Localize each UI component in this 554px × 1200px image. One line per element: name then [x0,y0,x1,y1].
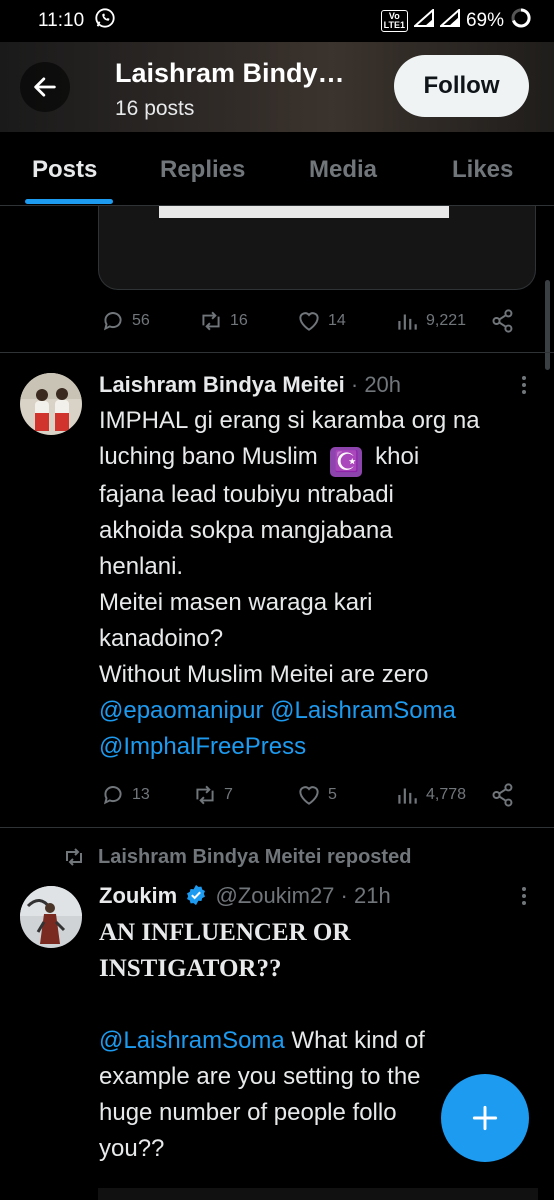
tab-posts[interactable]: Posts [32,156,97,184]
author-handle[interactable]: @Zoukim27 [215,883,334,908]
reply-icon [103,312,122,331]
tweet-line: @ImphalFreePress [99,729,539,765]
tweet-line: akhoida sokpa mangjabana [99,517,393,544]
like-count: 5 [328,786,337,803]
author-name[interactable]: Zoukim [99,883,177,908]
like-icon [299,786,319,805]
like-icon [299,312,319,331]
reply-count: 13 [132,786,150,803]
tweet-line: henlani. [99,553,184,580]
repost-button[interactable]: 16 [198,308,248,334]
mention-link[interactable]: @ImphalFreePress [99,733,306,760]
tweet-time: · 20h [350,372,402,397]
more-button[interactable] [512,884,536,908]
scrollbar[interactable] [545,280,550,370]
tweet-line-text: khoi [375,443,420,470]
repost-label[interactable]: Laishram Bindya Meitei reposted [98,846,411,869]
signal-icon-2 [438,7,460,33]
views-button[interactable]: 4,778 [394,782,466,808]
tweet-media[interactable] [98,206,536,290]
more-icon [522,887,526,905]
tweet-actions: 56 16 14 9,221 [100,308,520,338]
more-button[interactable] [512,373,536,397]
status-bar: 11:10 Vo LTE1 69% [0,0,554,42]
tweet-line: Meitei masen waraga kari [99,589,373,616]
mention-link[interactable]: @epaomanipur [99,697,263,724]
repost-indicator: Laishram Bindya Meitei reposted [62,845,411,869]
like-button[interactable]: 5 [296,782,337,808]
views-button[interactable]: 9,221 [394,308,466,334]
tweet-line: @epaomanipur @LaishramSoma [99,693,539,729]
avatar[interactable] [20,373,82,435]
tweet-heading: AN INFLUENCER OR [99,919,351,946]
repost-icon [202,311,220,331]
tweet-line-text: luching bano Muslim [99,443,318,470]
back-button[interactable] [20,62,70,112]
follow-button[interactable]: Follow [394,55,529,117]
battery-ring-icon [510,7,532,35]
like-button[interactable]: 14 [296,308,346,334]
more-icon [522,376,526,394]
media-content [159,206,449,218]
repost-icon [66,848,82,866]
verified-icon [187,884,206,906]
views-icon [398,314,417,330]
tweet-line: IMPHAL gi erang si karamba org na [99,407,480,434]
divider [0,352,554,353]
tweet-actions: 13 7 5 4,778 [100,782,520,812]
status-time: 11:10 [38,10,85,31]
profile-header: Laishram Bindy… 16 posts Follow [0,42,554,132]
mention-link[interactable]: @LaishramSoma [99,1027,285,1054]
reply-count: 56 [132,312,150,329]
tweet-line: Without Muslim Meitei are zero [99,661,429,688]
tweet-header: Zoukim @Zoukim27 · 21h [99,883,391,909]
reply-button[interactable]: 56 [100,308,150,334]
volte-icon: Vo LTE1 [380,10,408,32]
repost-count: 7 [224,786,233,803]
tab-likes[interactable]: Likes [452,156,513,184]
avatar[interactable] [20,886,82,948]
back-arrow-icon [34,77,56,97]
crescent-emoji: ☪️ [330,447,363,477]
tweet-heading: INSTIGATOR?? [99,955,282,982]
whatsapp-icon [94,7,116,35]
compose-icon [472,1105,498,1131]
signal-icon [412,7,434,33]
profile-tabs: Posts Replies Media Likes [0,132,554,206]
repost-button[interactable]: 7 [192,782,233,808]
tweet-line: fajana lead toubiyu ntrabadi [99,481,394,508]
tweet-line: @LaishramSoma What kind of [99,1023,539,1059]
reply-button[interactable]: 13 [100,782,150,808]
tweet-header: Laishram Bindya Meitei · 20h [99,372,401,398]
tweet-line-text: What kind of [284,1027,425,1054]
mention-link[interactable]: @LaishramSoma [270,697,456,724]
views-icon [398,788,417,804]
share-icon [492,783,513,807]
repost-count: 16 [230,312,248,329]
tweet-line: kanadoino? [99,625,224,652]
profile-name: Laishram Bindy… [115,58,345,88]
tab-media[interactable]: Media [309,156,377,184]
post-count: 16 posts [115,97,195,120]
tab-replies[interactable]: Replies [160,156,245,184]
share-icon [492,309,513,333]
divider [0,827,554,828]
active-tab-indicator [25,199,113,204]
views-count: 9,221 [426,312,467,329]
author-name[interactable]: Laishram Bindya Meitei [99,372,345,397]
share-button[interactable] [490,782,516,808]
compose-button[interactable] [441,1074,529,1162]
like-count: 14 [328,312,346,329]
repost-icon [196,785,214,805]
next-content-fragment [98,1188,538,1200]
reply-icon [103,786,122,805]
share-button[interactable] [490,308,516,334]
battery-level: 69% [465,10,504,31]
views-count: 4,778 [426,786,467,803]
tweet-text: IMPHAL gi erang si karamba org na luchin… [99,403,539,765]
tweet-time: · 21h [340,883,391,908]
tweet-line: luching bano Muslim ☪️ khoi [99,439,539,477]
